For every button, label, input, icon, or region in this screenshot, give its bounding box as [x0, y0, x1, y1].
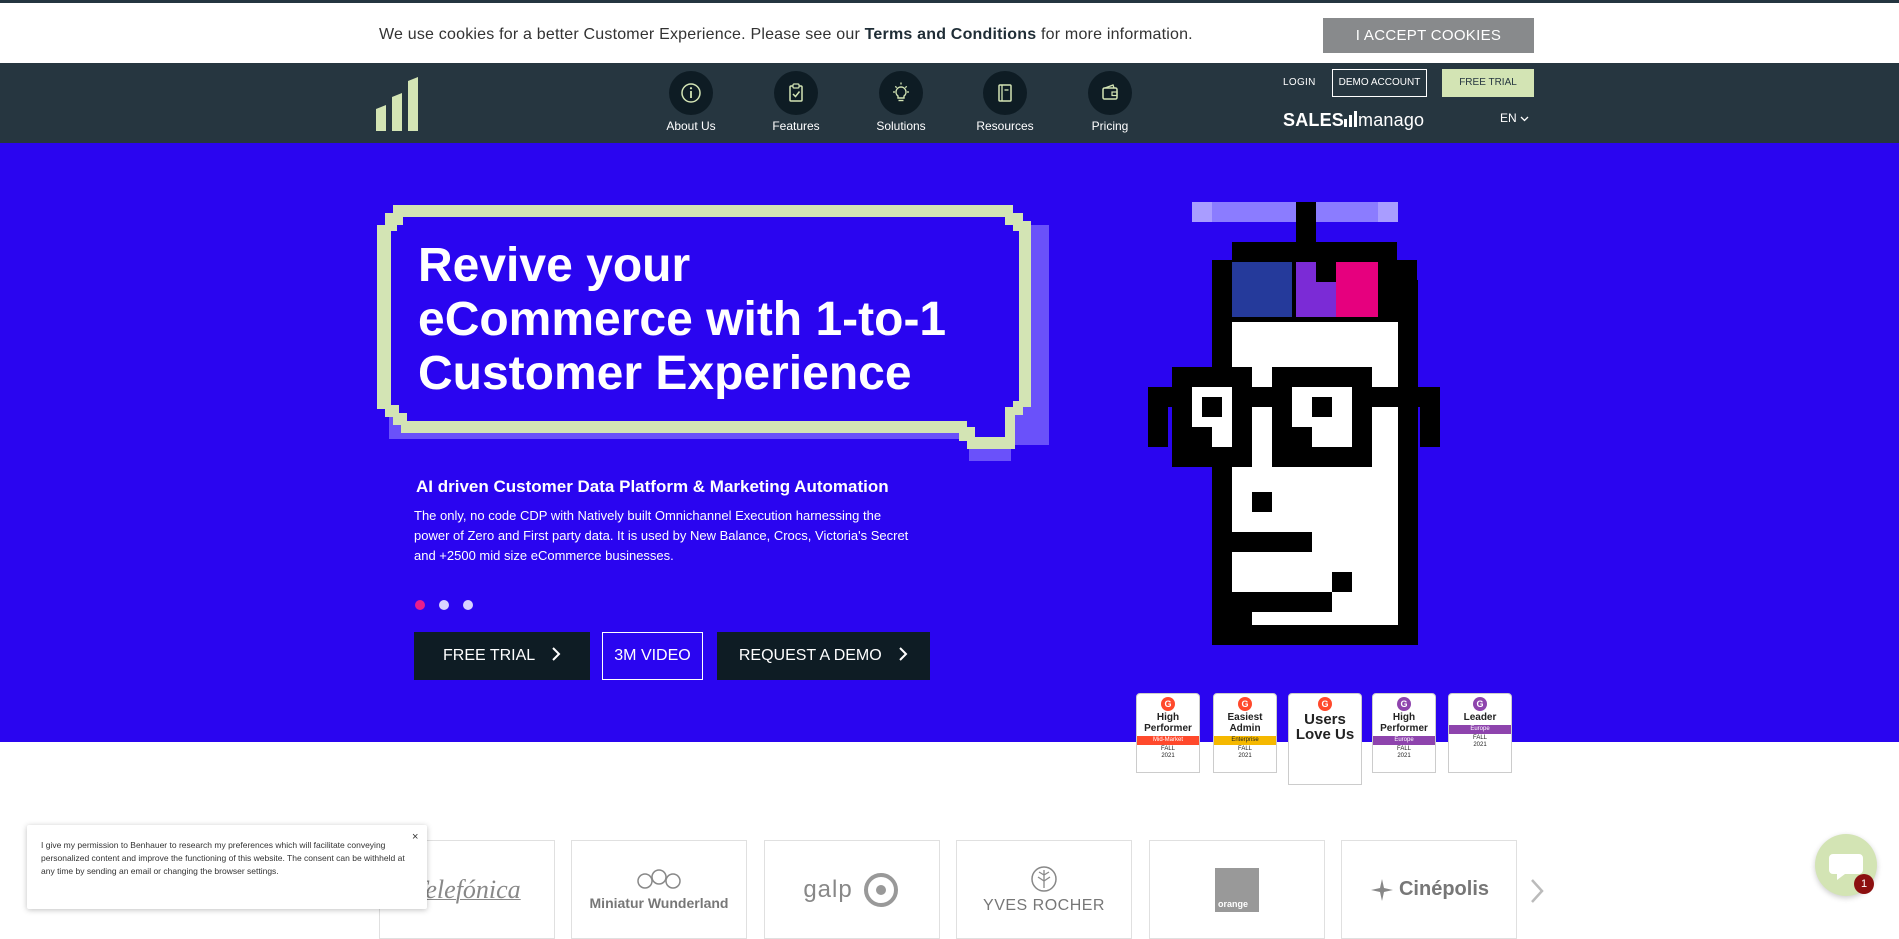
- free-trial-button[interactable]: FREE TRIAL: [414, 632, 590, 680]
- g2-badge: G Easiest Admin Enterprise FALL 2021: [1213, 693, 1277, 773]
- request-demo-button[interactable]: REQUEST A DEMO: [717, 632, 930, 680]
- badge-season: FALL: [1472, 735, 1487, 741]
- badge-season: FALL: [1237, 746, 1252, 752]
- cinepolis-star-icon: [1370, 878, 1393, 901]
- nav-features[interactable]: Features: [751, 71, 841, 133]
- carousel-next-arrow-icon[interactable]: [1529, 878, 1545, 904]
- g2-badge: G High Performer Mid-Market FALL 2021: [1136, 693, 1200, 773]
- free-trial-header-button[interactable]: FREE TRIAL: [1442, 69, 1534, 97]
- badge-title: High Performer: [1380, 712, 1428, 734]
- accept-cookies-button[interactable]: I ACCEPT COOKIES: [1323, 18, 1534, 53]
- g2-badge: G High Performer Europe FALL 2021: [1372, 693, 1436, 773]
- language-selector[interactable]: EN: [1500, 111, 1529, 125]
- client-logo-galp[interactable]: galp: [764, 840, 940, 939]
- request-demo-label: REQUEST A DEMO: [738, 647, 882, 664]
- site-header: About Us Features Solutions Resources Pr…: [0, 63, 1899, 143]
- g2-logo-icon: G: [1318, 697, 1332, 711]
- cookie-bar: We use cookies for a better Customer Exp…: [0, 3, 1899, 63]
- info-icon: [669, 71, 713, 115]
- g2-logo-icon: G: [1238, 697, 1252, 711]
- brand-bold: SALES: [1283, 110, 1345, 130]
- badge-segment: Europe: [1449, 725, 1511, 734]
- badge-year: 2021: [1161, 753, 1175, 759]
- slider-dots: [415, 597, 487, 615]
- client-logo-yves-rocher[interactable]: YVES ROCHER: [956, 840, 1132, 939]
- video-button[interactable]: 3M VIDEO: [602, 632, 703, 680]
- chevron-right-icon: [899, 647, 908, 661]
- badge-title: Easiest Admin: [1227, 712, 1263, 734]
- nav-about-us[interactable]: About Us: [646, 71, 736, 133]
- client-name: galp: [803, 875, 853, 903]
- consent-popup: I give my permission to Benhauer to rese…: [27, 825, 427, 909]
- badge-title: High Performer: [1144, 712, 1192, 734]
- badge-season: FALL: [1396, 746, 1411, 752]
- slide-dot[interactable]: [439, 600, 449, 610]
- badge-year: 2021: [1473, 742, 1487, 748]
- terms-link[interactable]: Terms and Conditions: [865, 26, 1037, 43]
- client-logo-cinepolis[interactable]: Cinépolis: [1341, 840, 1517, 939]
- brand-bars-icon: [1344, 111, 1358, 127]
- orange-square-logo: orange: [1215, 867, 1259, 912]
- nav-label: Solutions: [876, 119, 926, 133]
- slide-dot[interactable]: [463, 600, 473, 610]
- client-name: orange: [1218, 898, 1249, 909]
- nav-label: Features: [772, 119, 820, 133]
- nav-solutions[interactable]: Solutions: [856, 71, 946, 133]
- badge-year: 2021: [1397, 753, 1411, 759]
- chevron-down-icon: [1520, 116, 1529, 122]
- free-trial-label: FREE TRIAL: [442, 647, 535, 664]
- client-name: Cinépolis: [1398, 878, 1489, 900]
- chat-unread-badge: 1: [1854, 874, 1874, 894]
- wallet-icon: [1088, 71, 1132, 115]
- badge-segment: Enterprise: [1214, 736, 1276, 745]
- clipboard-check-icon: [774, 71, 818, 115]
- hero-section: Revive your eCommerce with 1-to-1 Custom…: [0, 143, 1899, 785]
- nav-pricing[interactable]: Pricing: [1065, 71, 1155, 133]
- cookie-text-after: for more information.: [1036, 26, 1193, 43]
- galp-emblem-icon: [863, 872, 898, 907]
- nav-resources[interactable]: Resources: [960, 71, 1050, 133]
- g2-logo-icon: G: [1397, 697, 1411, 711]
- badge-year: 2021: [1238, 753, 1252, 759]
- client-name: Miniatur Wunderland: [589, 894, 729, 911]
- badge-season: FALL: [1160, 746, 1175, 752]
- pixel-character-illustration: [1148, 202, 1440, 645]
- nav-label: About Us: [666, 119, 716, 133]
- chevron-right-icon: [552, 647, 561, 661]
- client-logo-orange[interactable]: orange: [1149, 840, 1325, 939]
- salesmanago-logo[interactable]: [376, 75, 424, 131]
- cookie-text-before: We use cookies for a better Customer Exp…: [379, 26, 865, 43]
- g2-badge: G Users Love Us: [1288, 693, 1362, 785]
- g2-logo-icon: G: [1161, 697, 1175, 711]
- cookie-message: We use cookies for a better Customer Exp…: [379, 26, 1193, 44]
- g2-logo-icon: G: [1473, 697, 1487, 711]
- leaf-emblem-icon: [1031, 865, 1057, 892]
- client-name: Telefónica: [413, 874, 521, 904]
- hero-description: The only, no code CDP with Natively buil…: [414, 508, 909, 563]
- wunderland-emblem-icon: [637, 868, 681, 889]
- badge-segment: Mid-Market: [1137, 736, 1199, 745]
- slide-dot[interactable]: [415, 600, 425, 610]
- g2-badge: G Leader Europe FALL 2021: [1448, 693, 1512, 773]
- badge-title: Users Love Us: [1295, 711, 1355, 743]
- hero-subtitle: AI driven Customer Data Platform & Marke…: [416, 477, 889, 496]
- lightbulb-icon: [879, 71, 923, 115]
- nav-label: Pricing: [1091, 119, 1129, 133]
- consent-text: I give my permission to Benhauer to rese…: [41, 840, 405, 876]
- brand-thin: manago: [1358, 110, 1425, 130]
- login-link[interactable]: LOGIN: [1283, 77, 1316, 88]
- nav-label: Resources: [976, 119, 1034, 133]
- client-name: YVES ROCHER: [983, 896, 1105, 914]
- demo-account-button[interactable]: DEMO ACCOUNT: [1332, 69, 1427, 97]
- g2-badges: G High Performer Mid-Market FALL 2021 G …: [1136, 693, 1516, 793]
- badge-title: Leader: [1463, 712, 1497, 723]
- client-logo-miniatur-wunderland[interactable]: Miniatur Wunderland: [571, 840, 747, 939]
- book-icon: [983, 71, 1027, 115]
- close-icon[interactable]: ×: [412, 831, 418, 843]
- badge-segment: Europe: [1373, 736, 1435, 745]
- language-label: EN: [1500, 111, 1517, 125]
- brand-wordmark: SALES manago: [1283, 110, 1424, 131]
- hero-title: Revive your eCommerce with 1-to-1 Custom…: [418, 239, 947, 400]
